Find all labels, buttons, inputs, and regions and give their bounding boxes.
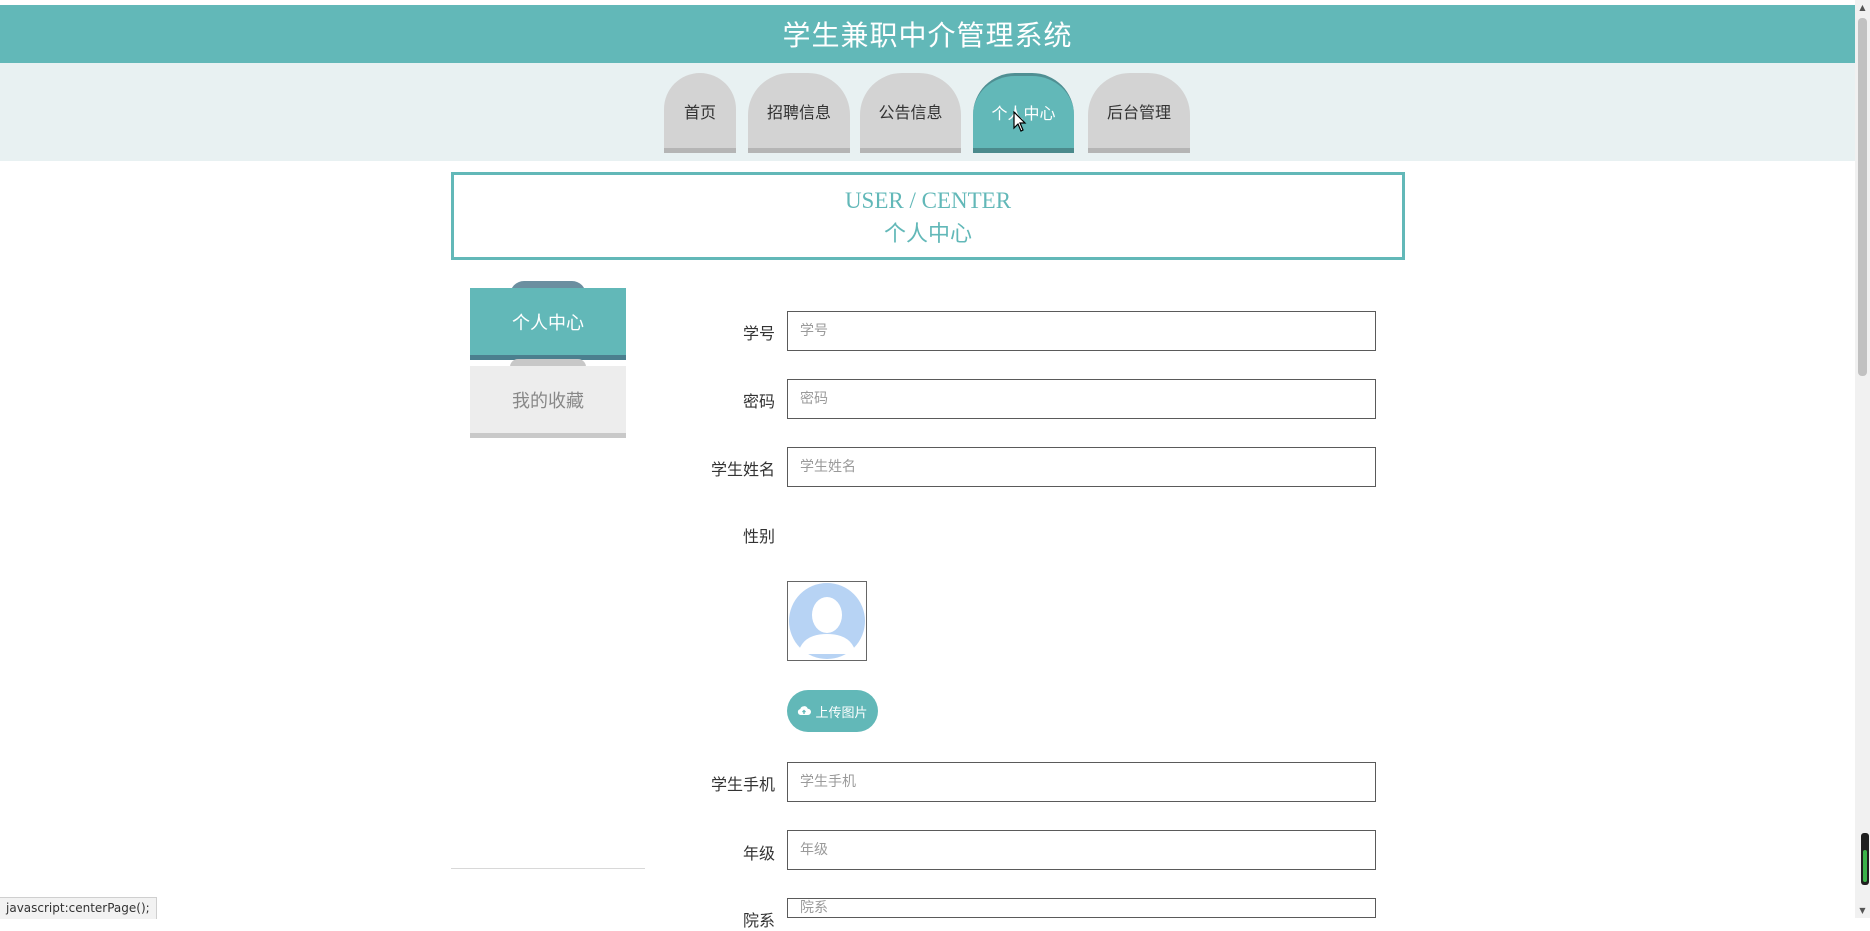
main-nav: 首页 招聘信息 公告信息 个人中心 后台管理 — [0, 63, 1855, 161]
password-input[interactable] — [787, 379, 1376, 419]
phone-input[interactable] — [787, 762, 1376, 802]
site-header: 学生兼职中介管理系统 — [0, 5, 1855, 63]
scrollbar-thumb[interactable] — [1858, 18, 1867, 376]
sidebar-divider — [451, 868, 645, 869]
site-title: 学生兼职中介管理系统 — [782, 19, 1073, 52]
department-label: 院系 — [742, 911, 775, 930]
nav-jobs[interactable]: 招聘信息 — [748, 73, 850, 153]
nav-admin[interactable]: 后台管理 — [1088, 73, 1190, 153]
avatar-image — [787, 581, 867, 661]
department-input[interactable] — [787, 898, 1376, 918]
upload-button-label: 上传图片 — [815, 705, 868, 721]
mouse-cursor-icon — [1013, 111, 1027, 132]
grade-input[interactable] — [787, 830, 1376, 870]
student-name-input[interactable] — [787, 447, 1376, 487]
student-name-label: 学生姓名 — [710, 460, 775, 479]
scroll-up-arrow-icon[interactable]: ▲ — [1855, 0, 1870, 15]
sidebar-item-user-center[interactable]: 个人中心 — [470, 288, 626, 360]
browser-status-bar: javascript:centerPage(); — [0, 897, 157, 919]
cloud-upload-icon — [798, 706, 812, 715]
avatar-placeholder-icon — [788, 582, 866, 660]
grade-label: 年级 — [742, 844, 775, 863]
vertical-scrollbar[interactable]: ▲ ▼ — [1855, 0, 1870, 918]
page-banner: USER / CENTER 个人中心 — [451, 172, 1405, 260]
banner-title-en: USER / CENTER — [844, 188, 1012, 213]
gender-label: 性别 — [742, 527, 775, 546]
scroll-indicator-green — [1863, 850, 1867, 882]
scroll-down-arrow-icon[interactable]: ▼ — [1855, 903, 1870, 918]
student-id-input[interactable] — [787, 311, 1376, 351]
nav-notices[interactable]: 公告信息 — [860, 73, 961, 153]
password-label: 密码 — [742, 392, 775, 411]
sidebar-item-favorites[interactable]: 我的收藏 — [470, 366, 626, 438]
phone-label: 学生手机 — [710, 775, 775, 794]
nav-home[interactable]: 首页 — [664, 73, 736, 153]
upload-image-button[interactable]: 上传图片 — [787, 690, 878, 732]
banner-title-cn: 个人中心 — [883, 222, 972, 247]
student-id-label: 学号 — [742, 324, 775, 343]
